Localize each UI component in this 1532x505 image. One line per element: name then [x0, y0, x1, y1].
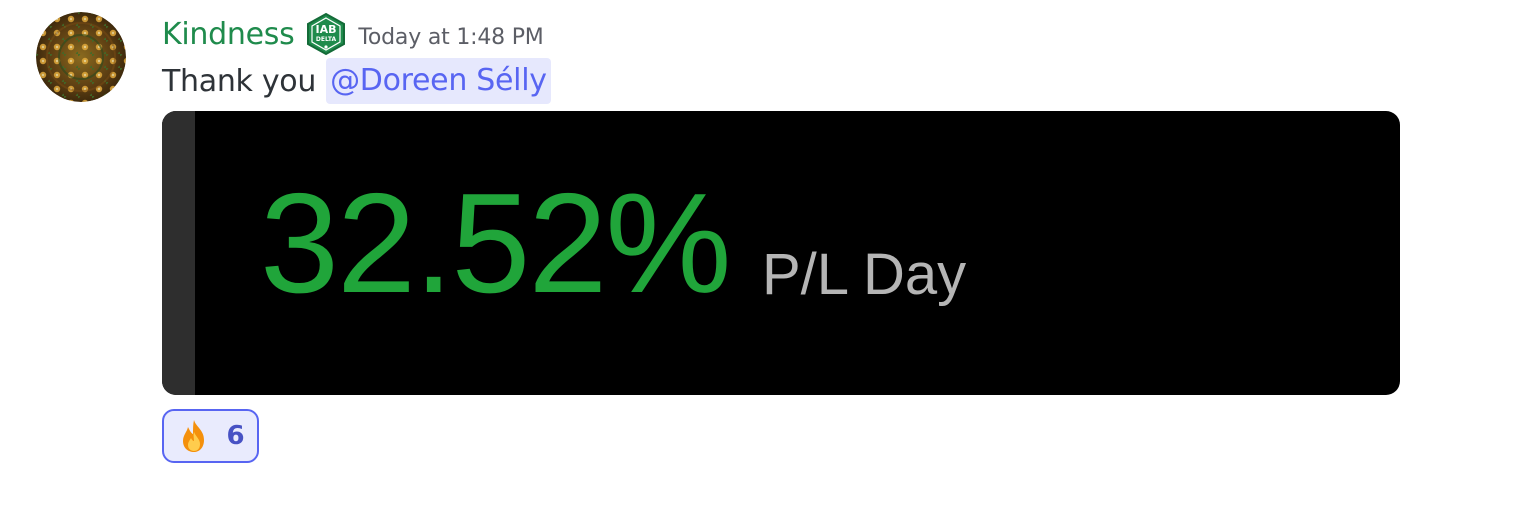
reaction-count: 6: [226, 421, 245, 451]
reaction-fire[interactable]: 6: [162, 409, 259, 463]
message-content: Thank you @Doreen Sélly: [162, 58, 551, 104]
fire-icon: [176, 418, 212, 454]
svg-text:DELTA: DELTA: [316, 36, 337, 43]
pl-label: P/L Day: [762, 242, 967, 307]
chat-message: Kindness IAB DELTA Today at 1:48 PM Than…: [0, 0, 1532, 505]
pl-percentage: 32.52%: [260, 164, 732, 323]
message-text: Thank you: [162, 63, 317, 99]
image-attachment[interactable]: 32.52% P/L Day: [162, 111, 1400, 395]
user-mention[interactable]: @Doreen Sélly: [326, 58, 551, 104]
avatar-image: [36, 12, 126, 102]
user-avatar[interactable]: [36, 12, 126, 102]
author-name[interactable]: Kindness: [162, 17, 295, 52]
iab-delta-badge-icon: IAB DELTA: [304, 12, 348, 56]
svg-text:IAB: IAB: [316, 23, 337, 36]
attachment-side-stripe: [162, 111, 195, 395]
message-header: Kindness IAB DELTA Today at 1:48 PM: [162, 12, 544, 56]
message-timestamp[interactable]: Today at 1:48 PM: [358, 25, 543, 50]
